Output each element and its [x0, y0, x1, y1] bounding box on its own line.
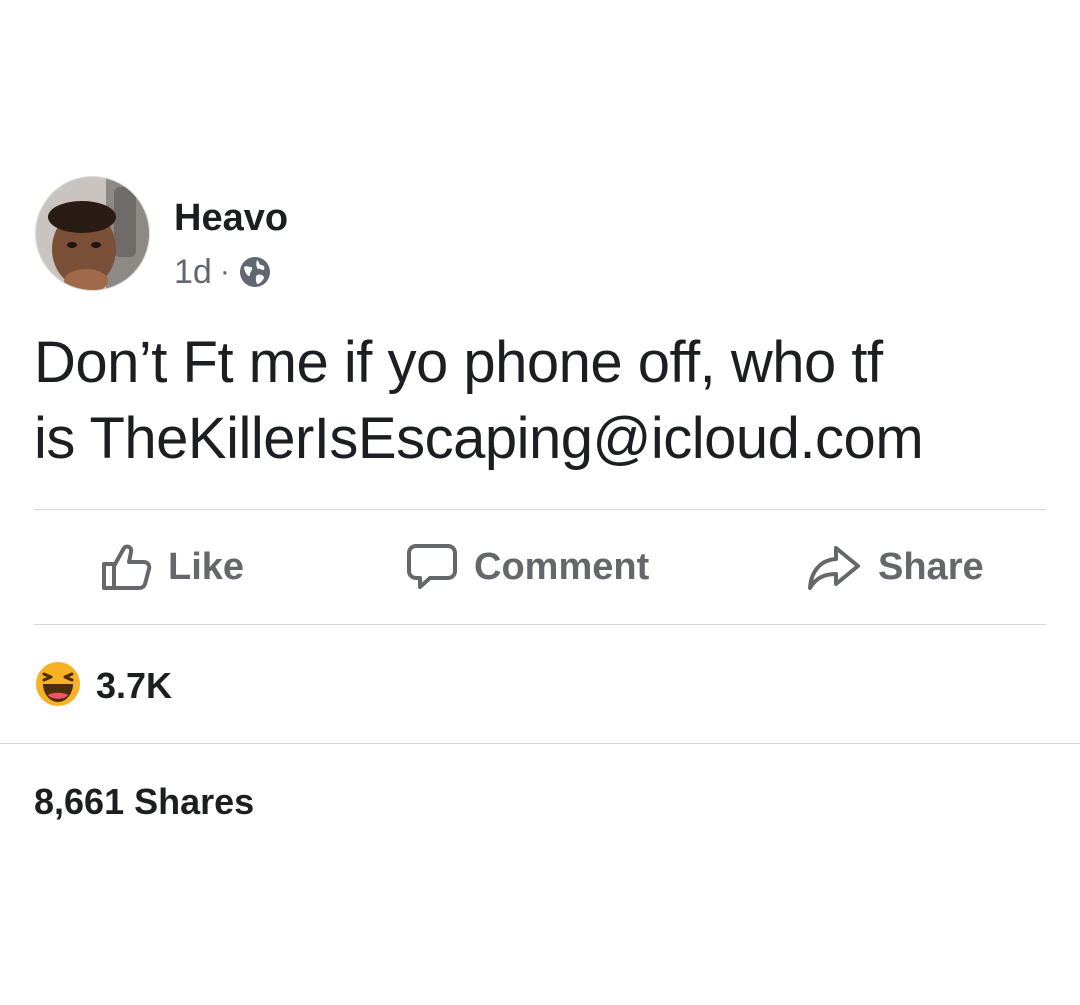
meta-separator: · — [219, 255, 230, 288]
divider — [34, 624, 1046, 625]
divider — [0, 743, 1080, 744]
like-button[interactable]: Like — [100, 510, 244, 624]
author-name[interactable]: Heavo — [174, 196, 288, 240]
avatar[interactable] — [35, 176, 150, 291]
share-button[interactable]: Share — [806, 510, 984, 624]
post-text: Don’t Ft me if yo phone off, who tf is T… — [34, 330, 924, 471]
reactions-summary[interactable]: 3.7K — [34, 660, 173, 713]
action-bar: Like Comment Share — [34, 510, 1046, 624]
like-label: Like — [168, 546, 245, 588]
comment-button[interactable]: Comment — [406, 510, 649, 624]
shares-count[interactable]: 8,661 Shares — [34, 780, 254, 824]
comment-label: Comment — [474, 546, 650, 588]
profile-photo — [36, 177, 149, 290]
share-label: Share — [878, 546, 984, 588]
haha-emoji-icon — [34, 660, 82, 713]
post-meta: 1d · — [174, 252, 272, 292]
post-timestamp[interactable]: 1d — [174, 252, 212, 292]
globe-icon[interactable] — [238, 255, 272, 289]
reaction-count: 3.7K — [96, 665, 173, 706]
thumbs-up-icon — [100, 542, 152, 592]
share-arrow-icon — [806, 542, 862, 592]
speech-bubble-icon — [406, 542, 458, 592]
